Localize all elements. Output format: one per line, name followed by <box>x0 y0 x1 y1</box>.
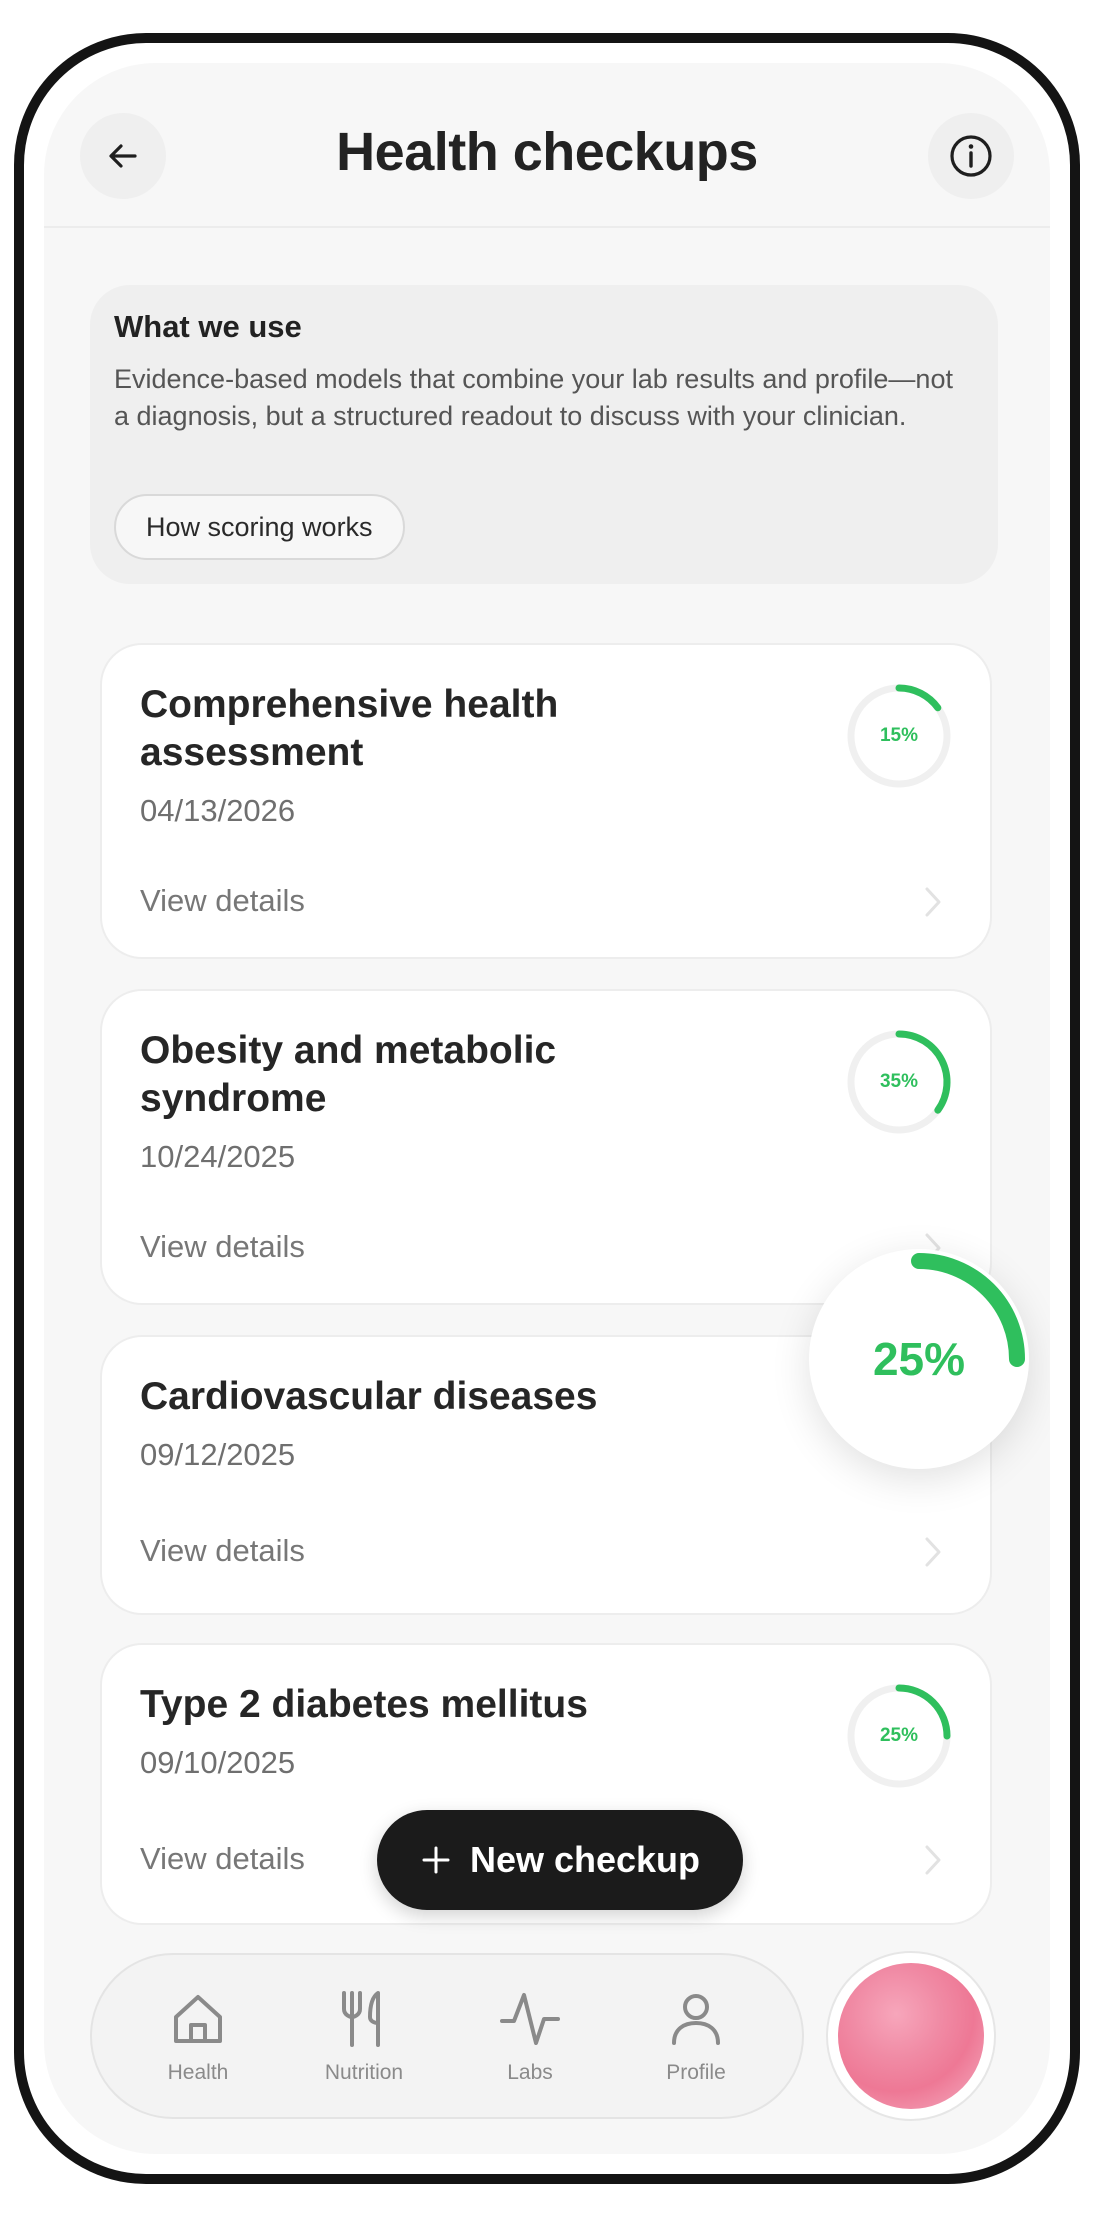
avatar <box>838 1963 984 2109</box>
score-ring: 35% <box>844 1027 954 1137</box>
info-icon <box>950 135 992 177</box>
nav-item-profile[interactable]: Profile <box>626 1987 766 2085</box>
new-checkup-label: New checkup <box>469 1839 701 1880</box>
scoring-info-panel: What we use Evidence-based models that c… <box>90 285 998 584</box>
floating-score-label: 25% <box>872 1333 966 1385</box>
score-ring: 15% <box>844 681 954 791</box>
view-details-link[interactable]: View details <box>140 1229 305 1265</box>
page-title: Health checkups <box>336 122 758 182</box>
person-icon <box>672 1994 720 2045</box>
score-label: 25% <box>879 1725 919 1746</box>
nav-item-labs[interactable]: Labs <box>460 1987 600 2085</box>
checkup-title: Obesity and metabolic syndrome <box>140 1029 557 1120</box>
chevron-right-icon <box>925 887 941 917</box>
checkup-card[interactable]: Comprehensive health assessment 04/13/20… <box>100 643 992 959</box>
view-details-link[interactable]: View details <box>140 1533 305 1569</box>
view-details-link[interactable]: View details <box>140 1841 305 1877</box>
assistant-avatar-button[interactable] <box>826 1951 996 2121</box>
app-header: Health checkups <box>44 63 1050 228</box>
floating-score-ring[interactable]: 25% <box>809 1249 1029 1469</box>
pulse-icon <box>500 1993 560 2045</box>
chevron-right-icon <box>925 1537 941 1567</box>
checkup-title: Comprehensive health assessment <box>140 683 559 774</box>
bottom-nav: Health Nutrition Labs Profile <box>90 1953 804 2119</box>
score-ring: 25% <box>844 1681 954 1791</box>
home-icon <box>174 1995 222 2043</box>
checkup-date: 09/10/2025 <box>140 1745 296 1780</box>
nav-item-nutrition[interactable]: Nutrition <box>294 1987 434 2085</box>
info-heading: What we use <box>114 309 302 344</box>
checkup-date: 04/13/2026 <box>140 793 296 828</box>
nav-label: Labs <box>507 2061 553 2084</box>
new-checkup-button[interactable]: New checkup <box>377 1810 743 1910</box>
checkup-title: Cardiovascular diseases <box>140 1375 598 1418</box>
chevron-right-icon <box>925 1845 941 1875</box>
fork-knife-icon <box>342 1991 380 2047</box>
device-frame: Health checkups What we use Evidence-bas… <box>14 33 1080 2184</box>
plus-icon <box>422 1846 450 1874</box>
checkup-date: 10/24/2025 <box>140 1139 296 1174</box>
score-label: 35% <box>879 1071 919 1092</box>
nav-label: Profile <box>666 2061 726 2084</box>
app-screen: Health checkups What we use Evidence-bas… <box>44 63 1050 2154</box>
view-details-link[interactable]: View details <box>140 883 305 919</box>
nav-item-health[interactable]: Health <box>128 1987 268 2085</box>
nav-label: Health <box>167 2061 229 2084</box>
info-button[interactable] <box>928 113 1014 199</box>
score-label: 15% <box>879 725 919 746</box>
how-scoring-works-button[interactable]: How scoring works <box>114 494 405 560</box>
info-body: Evidence-based models that combine your … <box>114 364 953 431</box>
checkup-date: 09/12/2025 <box>140 1437 296 1472</box>
checkup-title: Type 2 diabetes mellitus <box>140 1683 588 1726</box>
nav-label: Nutrition <box>324 2061 404 2084</box>
